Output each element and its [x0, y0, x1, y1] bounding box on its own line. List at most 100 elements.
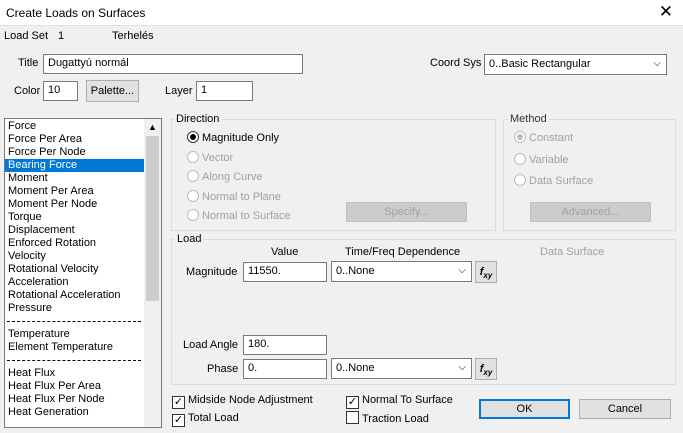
method-radio[interactable]: Constant: [514, 131, 573, 145]
list-separator: [5, 354, 144, 367]
radio-circle: [187, 170, 199, 182]
method-radio[interactable]: Data Surface: [514, 174, 593, 188]
direction-radio[interactable]: Magnitude Only: [187, 131, 279, 145]
list-item[interactable]: Heat Flux: [5, 367, 144, 380]
phase-input[interactable]: 0.: [243, 359, 327, 379]
direction-option-label: Along Curve: [202, 171, 263, 183]
layer-label: Layer: [165, 85, 193, 97]
cancel-button[interactable]: Cancel: [579, 399, 671, 419]
load-set-id: 1: [58, 30, 65, 42]
direction-radio[interactable]: Normal to Surface: [187, 209, 291, 223]
list-item[interactable]: Velocity: [5, 250, 144, 263]
list-item[interactable]: Displacement: [5, 224, 144, 237]
check-icon: ✓: [346, 396, 359, 409]
list-item[interactable]: Heat Flux Per Area: [5, 380, 144, 393]
ok-button[interactable]: OK: [479, 399, 570, 419]
list-item[interactable]: Torque: [5, 211, 144, 224]
close-icon[interactable]: ✕: [659, 3, 673, 21]
total-load-label: Total Load: [188, 412, 239, 424]
specify-button[interactable]: Specify...: [346, 202, 467, 222]
time-freq-header: Time/Freq Dependence: [345, 246, 461, 258]
list-item[interactable]: Temperature: [5, 328, 144, 341]
direction-radio[interactable]: Vector: [187, 151, 233, 165]
data-surface-header: Data Surface: [540, 246, 605, 258]
traction-load-checkbox[interactable]: Traction Load: [346, 411, 429, 425]
load-set-name: Terhelés: [112, 30, 154, 42]
palette-button[interactable]: Palette...: [86, 80, 139, 102]
direction-group-label: Direction: [174, 113, 222, 125]
list-separator: [5, 315, 144, 328]
phase-time-value: 0..None: [336, 362, 375, 374]
layer-input[interactable]: 1: [196, 81, 253, 101]
direction-option-label: Magnitude Only: [202, 132, 280, 144]
magnitude-label: Magnitude: [186, 266, 238, 278]
traction-load-label: Traction Load: [362, 413, 429, 425]
title-label: Title: [18, 57, 39, 69]
chevron-up-icon[interactable]: ▲: [148, 122, 157, 132]
load-group-label: Load: [175, 233, 204, 245]
title-bar: Create Loads on Surfaces ✕: [0, 0, 683, 26]
coord-sys-select[interactable]: 0..Basic Rectangular ⌵: [484, 54, 667, 75]
method-option-label: Variable: [529, 153, 569, 166]
radio-circle: [514, 174, 526, 186]
list-item[interactable]: Moment Per Area: [5, 185, 144, 198]
load-set-label: Load Set: [4, 30, 49, 42]
radio-circle: [187, 190, 199, 202]
midside-node-checkbox[interactable]: ✓ Midside Node Adjustment: [172, 393, 313, 409]
direction-radio[interactable]: Along Curve: [187, 170, 263, 184]
phase-function-button[interactable]: fxy: [475, 358, 497, 380]
list-item[interactable]: Bearing Force: [5, 159, 144, 172]
list-item[interactable]: Force Per Node: [5, 146, 144, 159]
list-item[interactable]: Heat Generation: [5, 406, 144, 419]
magnitude-time-value: 0..None: [336, 265, 375, 277]
list-item[interactable]: Acceleration: [5, 276, 144, 289]
radio-circle: [514, 152, 526, 165]
list-item[interactable]: Enforced Rotation: [5, 237, 144, 250]
list-scrollbar[interactable]: ▲: [144, 119, 161, 427]
direction-option-label: Vector: [202, 152, 234, 164]
method-option-label: Data Surface: [529, 175, 594, 187]
radio-circle: [187, 131, 199, 143]
direction-option-label: Normal to Surface: [202, 210, 291, 222]
total-load-checkbox[interactable]: ✓ Total Load: [172, 411, 239, 427]
normal-to-surface-checkbox[interactable]: ✓ Normal To Surface: [346, 393, 453, 409]
check-icon: ✓: [172, 396, 185, 409]
normal-to-surface-label: Normal To Surface: [362, 394, 453, 406]
chevron-down-icon: ⌵: [458, 265, 466, 276]
load-type-items: Force Force Per Area Force Per Node Bearing…: [5, 120, 144, 419]
value-header: Value: [271, 246, 299, 258]
magnitude-function-button[interactable]: fxy: [475, 261, 497, 283]
list-item[interactable]: Element Temperature: [5, 341, 144, 354]
direction-option-label: Normal to Plane: [202, 191, 281, 203]
magnitude-input[interactable]: 11550.: [243, 262, 327, 282]
magnitude-time-select[interactable]: 0..None ⌵: [331, 261, 472, 282]
phase-label: Phase: [207, 363, 239, 375]
scroll-thumb[interactable]: [146, 136, 159, 301]
list-item[interactable]: Rotational Acceleration: [5, 289, 144, 302]
method-option-label: Constant: [529, 132, 574, 144]
load-angle-label: Load Angle: [183, 339, 239, 351]
chevron-down-icon: ⌵: [653, 58, 661, 69]
list-item[interactable]: Force: [5, 120, 144, 133]
color-label: Color: [14, 85, 41, 97]
list-item[interactable]: Heat Flux Per Node: [5, 393, 144, 406]
list-item[interactable]: Pressure: [5, 302, 144, 315]
load-angle-input[interactable]: 180.: [243, 335, 327, 355]
chevron-down-icon: ⌵: [458, 362, 466, 373]
radio-circle: [187, 209, 199, 221]
list-item[interactable]: Force Per Area: [5, 133, 144, 146]
direction-radio[interactable]: Normal to Plane: [187, 190, 281, 204]
advanced-button[interactable]: Advanced...: [530, 202, 651, 222]
list-item[interactable]: Moment: [5, 172, 144, 185]
radio-circle: [514, 131, 526, 143]
method-radio[interactable]: Variable: [514, 152, 569, 167]
color-input[interactable]: 10: [43, 81, 78, 101]
phase-time-select[interactable]: 0..None ⌵: [331, 358, 472, 379]
radio-circle: [187, 151, 199, 163]
list-item[interactable]: Rotational Velocity: [5, 263, 144, 276]
title-input[interactable]: Dugattyú normál: [43, 54, 303, 74]
window-title: Create Loads on Surfaces: [6, 6, 146, 20]
load-type-list[interactable]: Force Force Per Area Force Per Node Bearing…: [4, 118, 162, 428]
list-item[interactable]: Moment Per Node: [5, 198, 144, 211]
midside-node-label: Midside Node Adjustment: [188, 394, 313, 406]
